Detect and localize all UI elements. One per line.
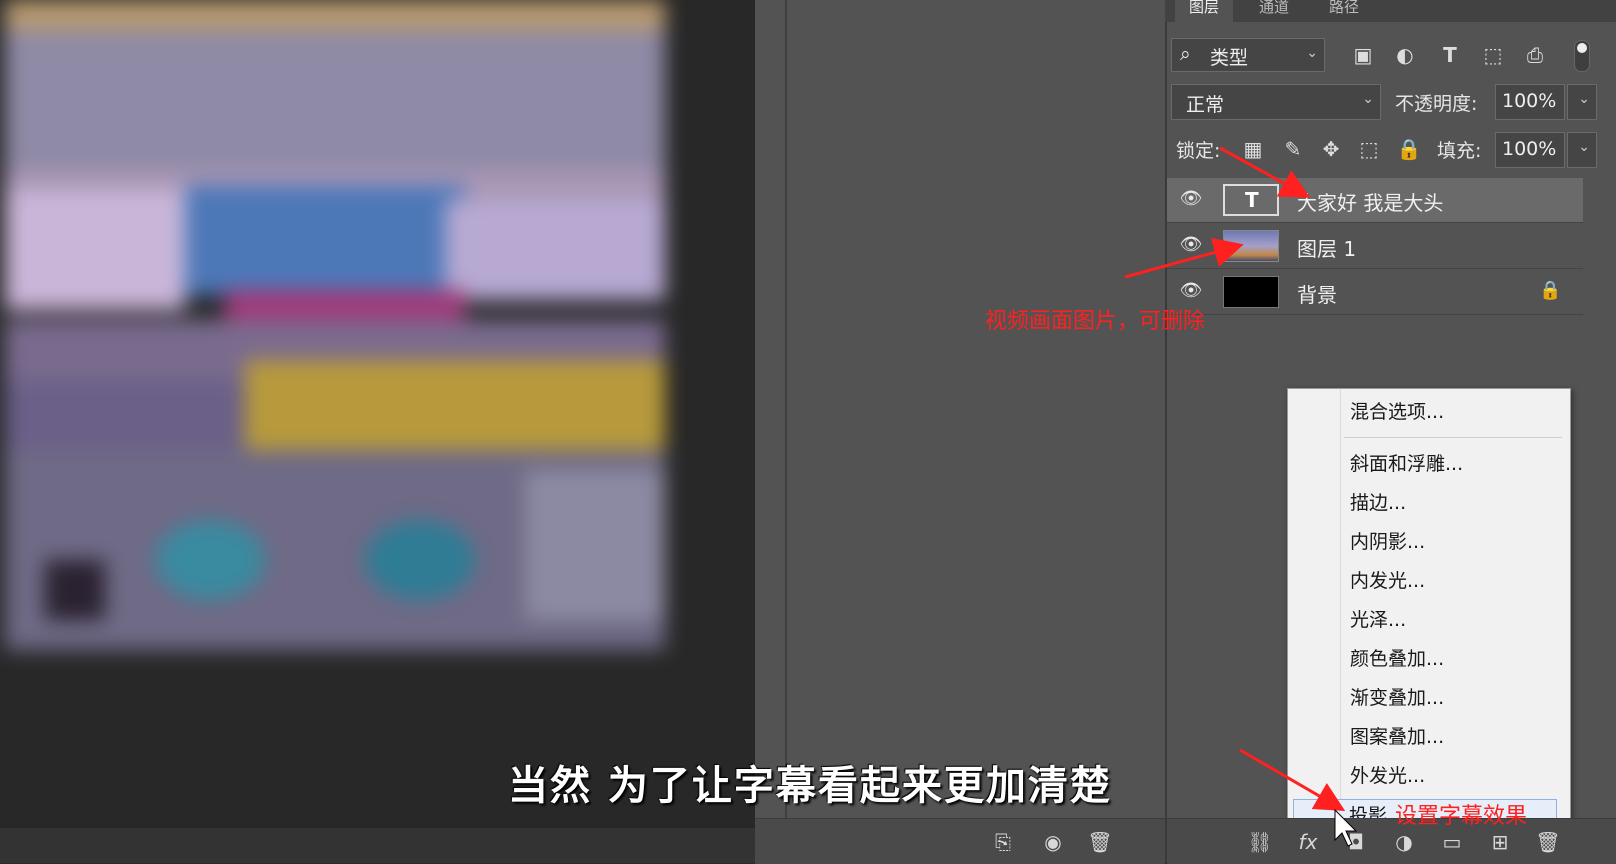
text-layer-thumbnail: T <box>1223 184 1279 216</box>
layer-name[interactable]: 大家好 我是大头 <box>1297 187 1443 216</box>
canvas-status-bar <box>0 828 755 863</box>
opacity-label: 不透明度: <box>1395 93 1478 115</box>
layers-panel-toolbar: ⛓ fx ◘ ◑ ▭ ⊞ 🗑 <box>1167 818 1616 864</box>
menu-item-inner-shadow[interactable]: 内阴影... <box>1350 527 1425 554</box>
search-icon: ⌕ <box>1180 43 1191 65</box>
menu-item-pattern-overlay[interactable]: 图案叠加... <box>1350 722 1444 749</box>
tab-paths[interactable]: 路径 <box>1315 0 1373 22</box>
lock-position-icon[interactable]: ✥ <box>1318 136 1344 162</box>
chevron-down-icon: ⌄ <box>1362 91 1374 107</box>
eye-icon[interactable]: 👁 <box>1179 282 1203 300</box>
blend-mode-value: 正常 <box>1186 94 1225 116</box>
smart-object-filter-icon[interactable]: ⎙ <box>1522 42 1548 68</box>
camera-icon[interactable]: ◉ <box>1040 829 1066 855</box>
panel-tabs: 图层 通道 路径 <box>1165 0 1616 22</box>
tab-channels[interactable]: 通道 <box>1245 0 1303 22</box>
lock-image-pixels-icon[interactable]: ✎ <box>1280 136 1306 162</box>
layer-row-image[interactable]: 👁 图层 1 <box>1167 224 1583 269</box>
menu-item-outer-glow[interactable]: 外发光... <box>1350 761 1425 788</box>
lock-icon: 🔒 <box>1539 280 1562 301</box>
adjustment-filter-icon[interactable]: ◐ <box>1392 42 1418 68</box>
middle-panel <box>755 0 1165 863</box>
opacity-input[interactable]: 100% <box>1495 84 1565 120</box>
menu-item-bevel-emboss[interactable]: 斜面和浮雕... <box>1350 449 1463 476</box>
lock-all-icon[interactable]: 🔒 <box>1396 136 1422 162</box>
middle-panel-toolbar: ⎘ ◉ 🗑 <box>755 818 1165 864</box>
chevron-down-icon: ⌄ <box>1578 139 1590 155</box>
lock-artboard-icon[interactable]: ⬚ <box>1356 136 1382 162</box>
image-filter-icon[interactable]: ▣ <box>1350 42 1376 68</box>
menu-item-inner-glow[interactable]: 内发光... <box>1350 566 1425 593</box>
layer-style-menu: 混合选项... 斜面和浮雕... 描边... 内阴影... 内发光... 光泽.… <box>1287 388 1571 842</box>
fx-icon[interactable]: fx <box>1295 829 1321 855</box>
filter-toggle[interactable] <box>1574 40 1590 72</box>
video-subtitle: 当然 为了让字幕看起来更加清楚 <box>508 762 1112 809</box>
filter-kind-label: 类型 <box>1210 47 1249 69</box>
layer-row-text[interactable]: 👁 T 大家好 我是大头 <box>1167 178 1583 223</box>
tab-layers[interactable]: 图层 <box>1175 0 1234 22</box>
image-layer-thumbnail <box>1223 230 1279 262</box>
chevron-down-icon: ⌄ <box>1578 91 1590 107</box>
layer-name[interactable]: 背景 <box>1297 279 1337 308</box>
trash-icon[interactable]: 🗑 <box>1535 829 1561 855</box>
menu-item-blending-options[interactable]: 混合选项... <box>1350 397 1444 424</box>
menu-divider <box>1344 437 1562 438</box>
lock-label: 锁定: <box>1176 140 1221 162</box>
menu-item-stroke[interactable]: 描边... <box>1350 488 1406 515</box>
blurred-photo <box>5 0 665 650</box>
annotation-delete-note: 视频画面图片，可删除 <box>985 309 1206 334</box>
new-layer-icon[interactable]: ⊞ <box>1487 829 1513 855</box>
chevron-down-icon: ⌄ <box>1306 45 1318 61</box>
mask-icon[interactable]: ◘ <box>1343 829 1369 855</box>
filter-kind-dropdown[interactable]: ⌕ 类型 ⌄ <box>1171 38 1325 72</box>
folder-icon[interactable]: ▭ <box>1439 829 1465 855</box>
menu-item-gradient-overlay[interactable]: 渐变叠加... <box>1350 683 1444 710</box>
trash-icon[interactable]: 🗑 <box>1087 829 1113 855</box>
adjustment-icon[interactable]: ◑ <box>1391 829 1417 855</box>
new-snapshot-icon[interactable]: ⎘ <box>990 829 1016 855</box>
type-filter-icon[interactable]: T <box>1437 42 1463 68</box>
layer-row-background[interactable]: 👁 背景 🔒 <box>1167 270 1583 315</box>
menu-item-color-overlay[interactable]: 颜色叠加... <box>1350 644 1444 671</box>
link-icon[interactable]: ⛓ <box>1247 829 1273 855</box>
layer-name[interactable]: 图层 1 <box>1297 233 1356 262</box>
annotation-effect-note: 设置字幕效果 <box>1395 804 1528 829</box>
shape-filter-icon[interactable]: ⬚ <box>1480 42 1506 68</box>
menu-item-satin[interactable]: 光泽... <box>1350 605 1406 632</box>
blend-mode-dropdown[interactable]: 正常 ⌄ <box>1171 84 1381 120</box>
fill-input[interactable]: 100% <box>1495 132 1565 168</box>
fill-label: 填充: <box>1437 140 1482 162</box>
fill-dropdown[interactable]: ⌄ <box>1567 132 1597 168</box>
background-layer-thumbnail <box>1223 276 1279 308</box>
eye-icon[interactable]: 👁 <box>1179 236 1203 254</box>
lock-transparent-pixels-icon[interactable]: ▦ <box>1240 136 1266 162</box>
opacity-dropdown[interactable]: ⌄ <box>1567 84 1597 120</box>
eye-icon[interactable]: 👁 <box>1179 190 1203 208</box>
